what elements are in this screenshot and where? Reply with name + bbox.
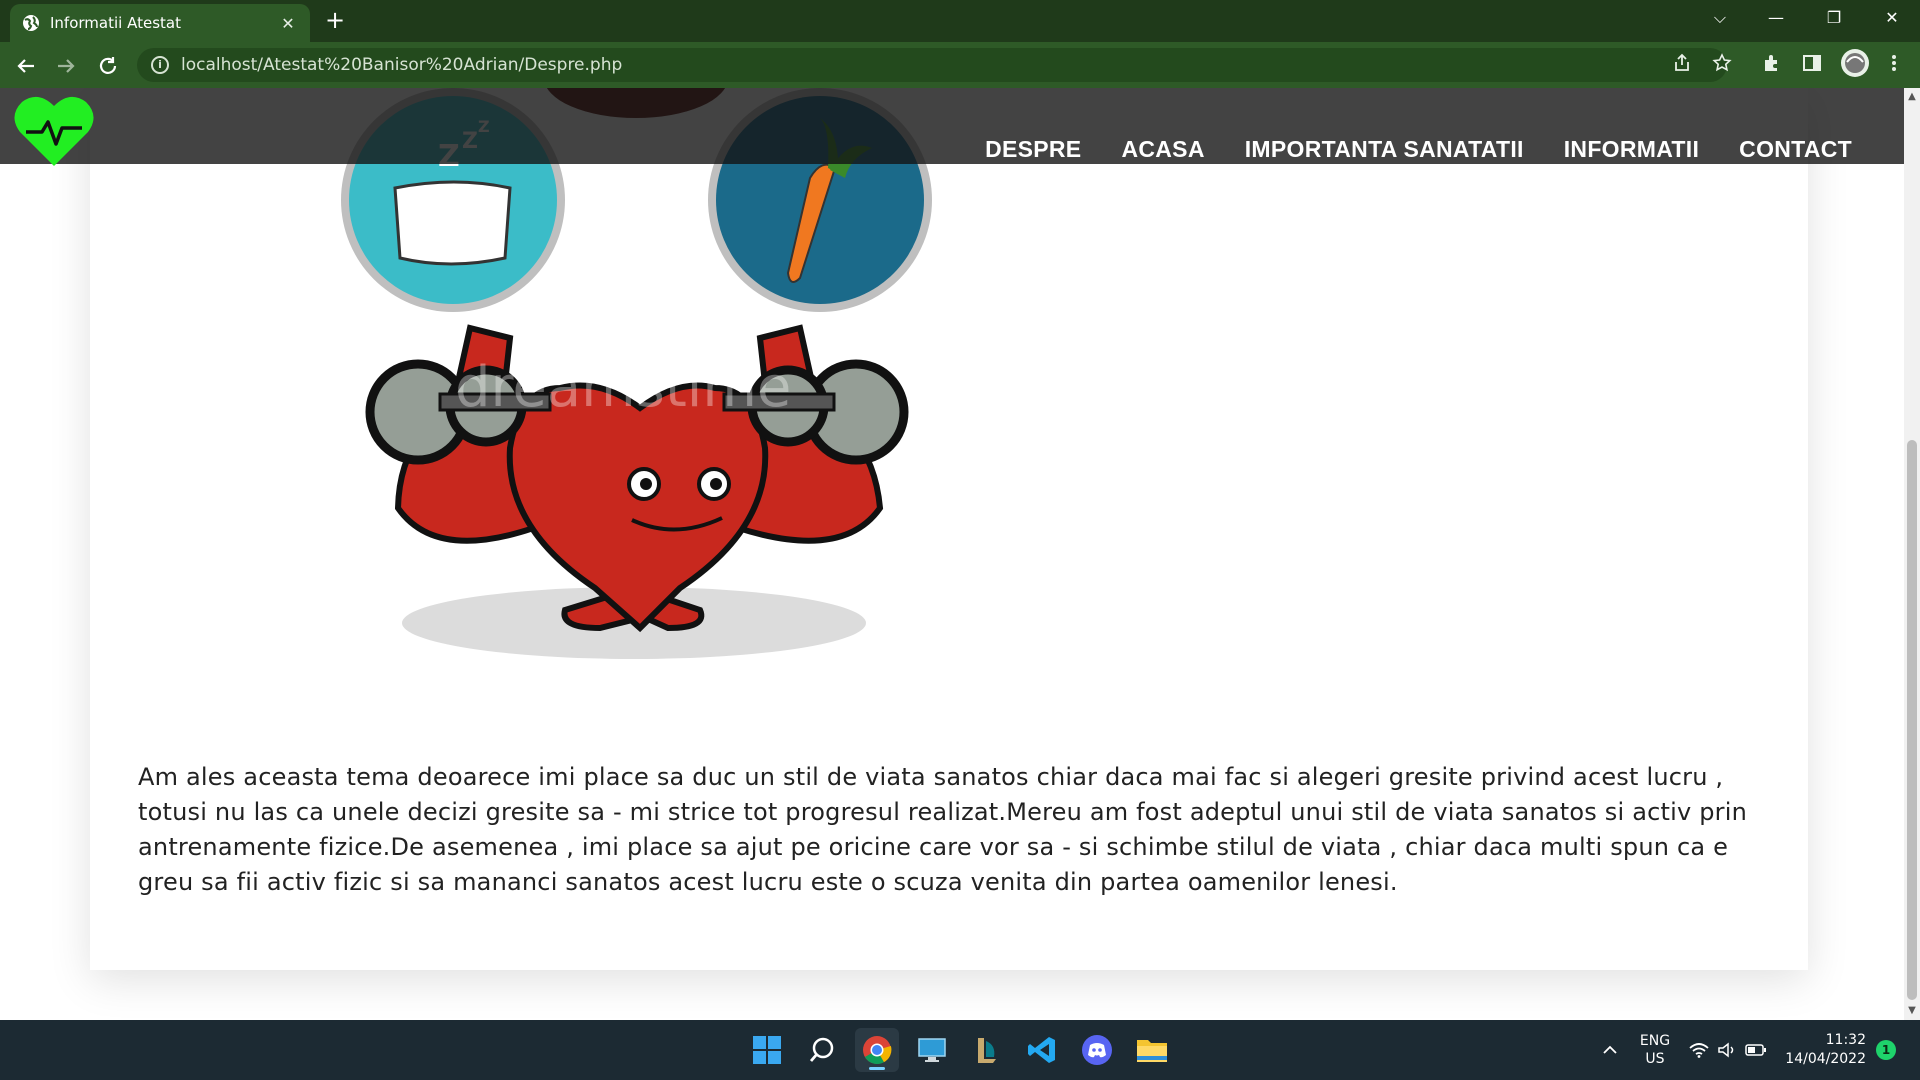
menu-kebab-icon[interactable] xyxy=(1882,53,1906,77)
battery-icon[interactable] xyxy=(1744,1020,1768,1080)
discord-icon[interactable] xyxy=(1075,1028,1119,1072)
site-header: DESPRE ACASA IMPORTANTA SANATATII INFORM… xyxy=(0,88,1904,166)
page-viewport: Z Z Z xyxy=(0,88,1920,1020)
vscode-icon[interactable] xyxy=(1020,1028,1064,1072)
notification-badge[interactable]: 1 xyxy=(1874,1020,1898,1080)
restore-button[interactable]: ❐ xyxy=(1822,8,1846,27)
scroll-thumb[interactable] xyxy=(1907,440,1917,1000)
globe-icon xyxy=(23,15,39,31)
volume-icon[interactable] xyxy=(1716,1020,1738,1080)
new-tab-button[interactable]: + xyxy=(325,8,345,32)
bookmark-star-icon[interactable] xyxy=(1710,53,1734,77)
wifi-icon[interactable] xyxy=(1688,1020,1710,1080)
nav-importanta-sanatatii[interactable]: IMPORTANTA SANATATII xyxy=(1245,136,1524,163)
side-panel-icon[interactable] xyxy=(1800,53,1824,77)
page-scrollbar[interactable]: ▲ ▼ xyxy=(1904,88,1920,1020)
notification-count: 1 xyxy=(1876,1040,1896,1060)
show-hidden-icons-icon[interactable] xyxy=(1598,1020,1622,1080)
language-indicator[interactable]: ENG US xyxy=(1632,1020,1678,1080)
nav-despre[interactable]: DESPRE xyxy=(985,136,1081,163)
desktop-icon[interactable] xyxy=(910,1028,954,1072)
tab-close-icon[interactable]: ✕ xyxy=(278,14,298,33)
extensions-icon[interactable] xyxy=(1760,53,1784,77)
browser-tab-strip: Informatii Atestat ✕ + ⌵ — ❐ ✕ xyxy=(0,0,1920,42)
close-window-button[interactable]: ✕ xyxy=(1880,8,1904,27)
profile-avatar-icon[interactable] xyxy=(1838,48,1872,82)
tab-title: Informatii Atestat xyxy=(50,14,181,32)
league-client-icon[interactable] xyxy=(965,1028,1009,1072)
clock[interactable]: 11:32 14/04/2022 xyxy=(1785,1020,1866,1080)
browser-toolbar: i localhost/Atestat%20Banisor%20Adrian/D… xyxy=(0,42,1920,88)
site-info-icon[interactable]: i xyxy=(151,56,169,74)
chrome-icon[interactable] xyxy=(855,1028,899,1072)
about-paragraph: Am ales aceasta tema deoarece imi place … xyxy=(138,763,1747,896)
reload-icon[interactable] xyxy=(96,54,120,78)
language-code: ENG xyxy=(1639,1033,1671,1049)
tab-search-icon[interactable]: ⌵ xyxy=(1708,8,1732,28)
nav-contact[interactable]: CONTACT xyxy=(1739,136,1852,163)
scroll-down-icon[interactable]: ▼ xyxy=(1904,1004,1920,1018)
forward-icon[interactable] xyxy=(54,54,78,78)
taskbar: ENG US 11:32 14/04/2022 1 xyxy=(0,1020,1920,1080)
minimize-button[interactable]: — xyxy=(1764,8,1788,27)
clock-time: 11:32 xyxy=(1825,1032,1866,1048)
language-region: US xyxy=(1645,1051,1665,1067)
watermark-text: dreamstime xyxy=(455,355,791,420)
search-icon[interactable] xyxy=(800,1028,844,1072)
back-icon[interactable] xyxy=(14,54,38,78)
nav-acasa[interactable]: ACASA xyxy=(1121,136,1204,163)
address-bar[interactable]: i localhost/Atestat%20Banisor%20Adrian/D… xyxy=(137,48,1727,82)
scroll-up-icon[interactable]: ▲ xyxy=(1904,90,1920,104)
url-text: localhost/Atestat%20Banisor%20Adrian/Des… xyxy=(181,55,623,75)
share-icon[interactable] xyxy=(1670,53,1694,77)
site-nav: DESPRE ACASA IMPORTANTA SANATATII INFORM… xyxy=(985,136,1852,163)
hero-illustration: Z Z Z xyxy=(341,88,932,659)
clock-date: 14/04/2022 xyxy=(1785,1051,1866,1067)
browser-tab[interactable]: Informatii Atestat ✕ xyxy=(10,4,310,42)
windows-start-icon[interactable] xyxy=(745,1028,789,1072)
file-explorer-icon[interactable] xyxy=(1130,1028,1174,1072)
heart-pulse-logo-icon[interactable] xyxy=(12,92,96,170)
nav-informatii[interactable]: INFORMATII xyxy=(1564,136,1699,163)
